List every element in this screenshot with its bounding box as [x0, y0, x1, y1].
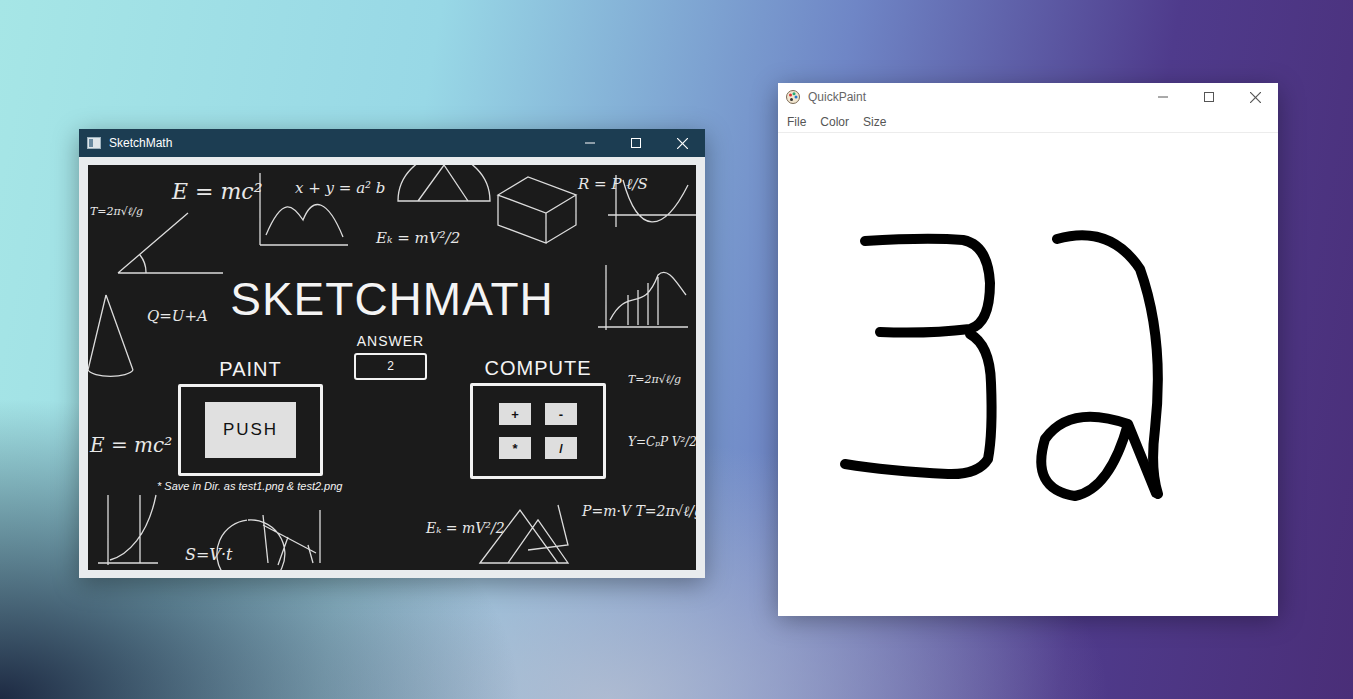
desktop: SketchMath E = mc² x + y = a² b T=2π√ℓ/g R =… — [0, 0, 1353, 699]
palette-icon — [786, 90, 800, 104]
compute-section: COMPUTE +-* / — [470, 356, 606, 479]
window-title: SketchMath — [109, 136, 567, 150]
window-content: E = mc² x + y = a² b T=2π√ℓ/g R = P ℓ/S Eₖ =… — [79, 157, 705, 578]
close-button[interactable] — [1232, 83, 1278, 111]
maximize-icon — [631, 138, 641, 148]
formula: S=V·t — [185, 545, 232, 564]
maximize-button[interactable] — [1186, 83, 1232, 111]
menu-item[interactable]: File — [787, 115, 806, 129]
title-bar: QuickPaint — [778, 83, 1278, 111]
title-bar: SketchMath — [79, 129, 705, 157]
formula: Q=U+A — [147, 307, 208, 325]
formula: T=2π√ℓ/g — [90, 205, 143, 218]
paint-box: PUSH — [178, 384, 323, 476]
minimize-button[interactable] — [1140, 83, 1186, 111]
formula: E = mc² — [90, 433, 172, 457]
paint-canvas[interactable] — [778, 133, 1278, 616]
close-button[interactable] — [659, 129, 705, 157]
window-controls — [1140, 83, 1278, 111]
menu-item[interactable]: Color — [820, 115, 849, 129]
window-title: QuickPaint — [808, 90, 1140, 104]
app-icon — [87, 137, 101, 149]
answer-label: ANSWER — [357, 333, 424, 350]
menu-item[interactable]: Size — [863, 115, 886, 129]
window-controls — [567, 129, 705, 157]
operator-button[interactable]: - — [545, 403, 577, 425]
minimize-icon — [585, 138, 595, 148]
close-icon — [677, 138, 688, 149]
save-note: * Save in Dir. as test1.png & test2.png — [157, 480, 342, 492]
formula: R = P ℓ/S — [578, 175, 648, 193]
main-row: PAINT PUSH ANSWER 2 COMPUTE +-* / — [178, 333, 606, 479]
minimize-icon — [1158, 92, 1168, 102]
formula: T=2π√ℓ/g — [628, 373, 681, 386]
paint-section: PAINT PUSH — [178, 357, 323, 476]
paint-label: PAINT — [219, 357, 281, 381]
maximize-button[interactable] — [613, 129, 659, 157]
menu-bar: File Color Size — [778, 111, 1278, 133]
operator-button[interactable]: + — [499, 403, 531, 425]
operator-button[interactable]: * — [499, 437, 531, 459]
close-icon — [1250, 92, 1261, 103]
operator-grid: +-* / — [499, 403, 577, 459]
push-button[interactable]: PUSH — [205, 402, 296, 458]
maximize-icon — [1204, 92, 1214, 102]
minimize-button[interactable] — [567, 129, 613, 157]
compute-label: COMPUTE — [485, 356, 592, 380]
formula: P=m·V T=2π√ℓ/g — [582, 503, 696, 520]
operator-button[interactable]: / — [545, 437, 577, 459]
chalkboard: E = mc² x + y = a² b T=2π√ℓ/g R = P ℓ/S Eₖ =… — [88, 165, 696, 570]
answer-box: 2 — [354, 353, 427, 380]
formula: E = mc² — [172, 179, 262, 205]
formula: Eₖ = mV²/2 — [426, 520, 505, 537]
brush-strokes — [778, 133, 1278, 612]
formula: Eₖ = mV²/2 — [376, 229, 460, 247]
formula: x + y = a² b — [295, 179, 385, 197]
sketchmath-window: SketchMath E = mc² x + y = a² b T=2π√ℓ/g R =… — [79, 129, 705, 578]
app-title: SKETCHMATH — [230, 271, 554, 327]
formula: Y=CₚP V²/2 — [628, 435, 696, 449]
answer-section: ANSWER 2 — [354, 333, 427, 380]
compute-box: +-* / — [470, 383, 606, 479]
quickpaint-window: QuickPaintFile Color Size — [778, 83, 1278, 613]
